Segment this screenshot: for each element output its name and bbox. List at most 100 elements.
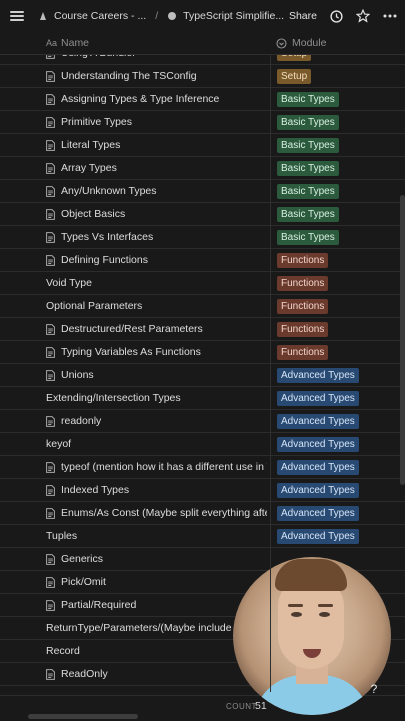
table-row[interactable]: Primitive Types Basic Types [0, 111, 405, 134]
table-row[interactable]: Void Type Functions [0, 272, 405, 295]
share-button[interactable]: Share [289, 10, 317, 22]
menu-icon[interactable] [10, 11, 24, 21]
document-icon [46, 139, 55, 151]
module-tag[interactable]: Advanced Types [277, 390, 359, 406]
table-row[interactable]: Tuples Advanced Types [0, 525, 405, 548]
row-title[interactable]: keyof [46, 438, 267, 450]
module-tag[interactable]: Advanced Types [277, 413, 359, 429]
row-title[interactable]: ReadOnly [46, 668, 267, 680]
row-title[interactable]: Assigning Types & Type Inference [46, 93, 267, 105]
horizontal-scrollbar[interactable] [28, 714, 138, 719]
breadcrumb-page[interactable]: TypeScript Simplifie... [167, 10, 284, 22]
document-icon [46, 576, 55, 588]
row-title[interactable]: Indexed Types [46, 484, 267, 496]
module-tag[interactable]: Functions [277, 298, 329, 314]
module-tag[interactable]: Basic Types [277, 183, 339, 199]
row-title[interactable]: Unions [46, 369, 267, 381]
row-title-text: Typing Variables As Functions [61, 346, 201, 358]
module-tag[interactable]: Advanced Types [277, 459, 359, 475]
table-row[interactable]: Extending/Intersection Types Advanced Typ… [0, 387, 405, 410]
table-row[interactable]: Defining Functions Functions [0, 249, 405, 272]
table-row[interactable]: keyof Advanced Types [0, 433, 405, 456]
document-icon [46, 231, 55, 243]
breadcrumb-workspace-label: Course Careers - ... [54, 10, 147, 22]
module-tag[interactable]: Basic Types [277, 114, 339, 130]
breadcrumb-workspace[interactable]: Course Careers - ... [38, 10, 146, 22]
table-row[interactable]: Types Vs Interfaces Basic Types [0, 226, 405, 249]
table-row[interactable]: Typing Variables As Functions Functions [0, 341, 405, 364]
row-title[interactable]: Literal Types [46, 139, 267, 151]
module-tag[interactable]: Functions [277, 252, 329, 268]
module-tag[interactable]: Advanced Types [277, 482, 359, 498]
row-title[interactable]: Types Vs Interfaces [46, 231, 267, 243]
table-row[interactable]: Unions Advanced Types [0, 364, 405, 387]
table-row[interactable]: Understanding The TSConfig Setup [0, 65, 405, 88]
row-title[interactable]: Void Type [46, 277, 267, 289]
row-title-text: Understanding The TSConfig [61, 70, 197, 82]
module-tag[interactable]: Basic Types [277, 160, 339, 176]
row-title-text: keyof [46, 438, 72, 450]
page-icon [40, 12, 46, 20]
row-title[interactable]: Object Basics [46, 208, 267, 220]
row-title[interactable]: Optional Parameters [46, 300, 267, 312]
module-tag[interactable]: Functions [277, 275, 329, 291]
table-row[interactable]: Destructured/Rest Parameters Functions [0, 318, 405, 341]
column-divider [270, 32, 271, 692]
row-title-text: typeof (mention how it has a different u… [61, 461, 267, 473]
row-title-text: Partial/Required [61, 599, 137, 611]
more-icon[interactable] [383, 14, 397, 18]
row-title[interactable]: Extending/Intersection Types [46, 392, 267, 404]
vertical-scrollbar[interactable] [400, 195, 405, 485]
document-icon [46, 668, 55, 680]
row-title[interactable]: Array Types [46, 162, 267, 174]
table-row[interactable]: Object Basics Basic Types [0, 203, 405, 226]
module-column-header[interactable]: Module [276, 37, 326, 49]
table-header: Aa Name Module [0, 32, 405, 55]
module-tag[interactable]: Functions [277, 344, 329, 360]
help-button[interactable]: ? [366, 681, 382, 697]
row-title[interactable]: typeof (mention how it has a different u… [46, 461, 267, 473]
row-title-text: Any/Unknown Types [61, 185, 157, 197]
row-title[interactable]: Understanding The TSConfig [46, 70, 267, 82]
table-row[interactable]: typeof (mention how it has a different u… [0, 456, 405, 479]
module-tag[interactable]: Setup [277, 68, 312, 84]
clock-icon[interactable] [330, 9, 343, 23]
row-title-text: Unions [61, 369, 94, 381]
table-row[interactable]: Enums/As Const (Maybe split everything a… [0, 502, 405, 525]
row-title[interactable]: Primitive Types [46, 116, 267, 128]
row-title[interactable]: Partial/Required [46, 599, 267, 611]
row-title-text: Literal Types [61, 139, 121, 151]
star-icon[interactable] [356, 9, 370, 23]
row-title-text: Tuples [46, 530, 78, 542]
module-tag[interactable]: Basic Types [277, 91, 339, 107]
row-title[interactable]: Pick/Omit [46, 576, 267, 588]
row-title[interactable]: readonly [46, 415, 267, 427]
module-tag[interactable]: Basic Types [277, 137, 339, 153]
table-row[interactable]: Assigning Types & Type Inference Basic Ty… [0, 88, 405, 111]
module-tag[interactable]: Functions [277, 321, 329, 337]
table-row[interactable]: Literal Types Basic Types [0, 134, 405, 157]
row-title[interactable]: Enums/As Const (Maybe split everything a… [46, 507, 267, 519]
module-tag[interactable]: Basic Types [277, 206, 339, 222]
document-icon [46, 185, 55, 197]
table-row[interactable]: Any/Unknown Types Basic Types [0, 180, 405, 203]
row-title-text: Destructured/Rest Parameters [61, 323, 203, 335]
document-icon [46, 346, 55, 358]
row-title[interactable]: Typing Variables As Functions [46, 346, 267, 358]
row-title[interactable]: Generics [46, 553, 267, 565]
row-title[interactable]: Tuples [46, 530, 267, 542]
table-row[interactable]: readonly Advanced Types [0, 410, 405, 433]
row-title[interactable]: Defining Functions [46, 254, 267, 266]
module-tag[interactable]: Advanced Types [277, 367, 359, 383]
name-column-header[interactable]: Aa Name [46, 37, 89, 49]
top-bar: Course Careers - ... / TypeScript Simpli… [0, 0, 405, 32]
module-tag[interactable]: Advanced Types [277, 436, 359, 452]
table-row[interactable]: Array Types Basic Types [0, 157, 405, 180]
row-title[interactable]: Destructured/Rest Parameters [46, 323, 267, 335]
module-tag[interactable]: Advanced Types [277, 528, 359, 544]
row-title[interactable]: Any/Unknown Types [46, 185, 267, 197]
module-tag[interactable]: Advanced Types [277, 505, 359, 521]
table-row[interactable]: Indexed Types Advanced Types [0, 479, 405, 502]
table-row[interactable]: Optional Parameters Functions [0, 295, 405, 318]
module-tag[interactable]: Basic Types [277, 229, 339, 245]
